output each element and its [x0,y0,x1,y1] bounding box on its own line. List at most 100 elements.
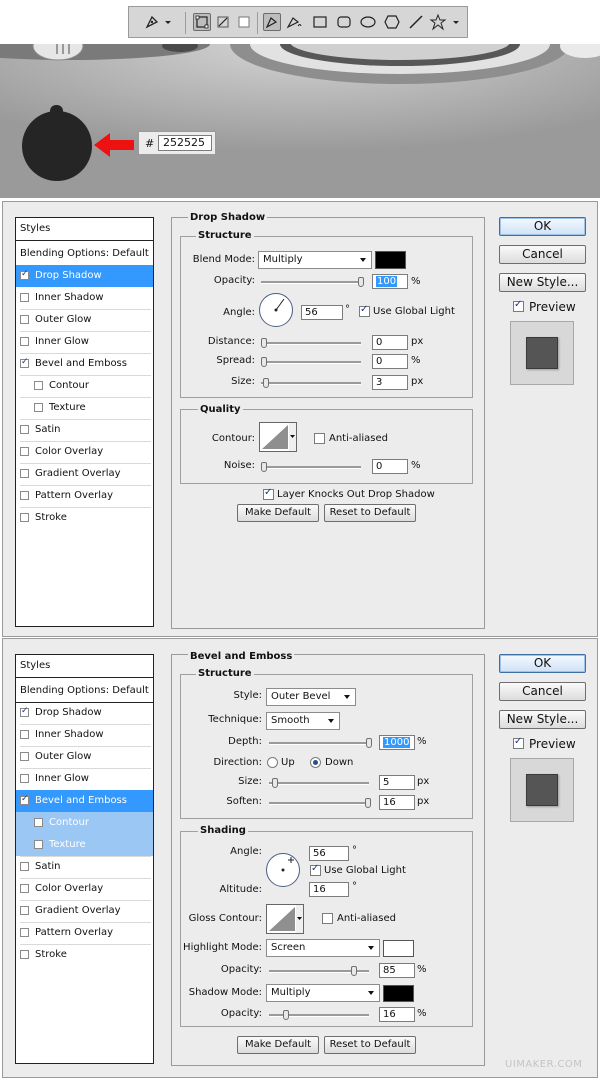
style-item-contour[interactable]: Contour [16,812,153,834]
altitude-input[interactable]: 16 [309,882,349,897]
opacity-slider-thumb[interactable] [358,277,364,287]
shadow-opacity-slider[interactable] [269,1010,369,1020]
style-item-drop-shadow[interactable]: Drop Shadow [16,265,153,287]
use-global-light-checkbox[interactable] [359,304,370,317]
style-item-texture[interactable]: Texture [16,834,153,856]
depth-slider[interactable] [269,738,372,748]
style-item-bevel-and-emboss[interactable]: Bevel and Emboss [16,353,153,375]
direction-down-radio[interactable] [310,757,321,768]
cancel-button[interactable]: Cancel [499,245,586,264]
style-item-checkbox[interactable] [34,381,43,390]
noise-slider-thumb[interactable] [261,462,267,472]
style-item-checkbox[interactable] [20,794,29,805]
distance-slider-thumb[interactable] [261,338,267,348]
style-item-checkbox[interactable] [20,862,29,871]
shadow-color-swatch[interactable] [375,251,406,269]
distance-slider[interactable] [261,338,361,348]
shadow-opacity-slider-thumb[interactable] [283,1010,289,1020]
style-item-inner-glow[interactable]: Inner Glow [16,331,153,353]
custom-shape-icon[interactable] [429,13,447,31]
style-item-color-overlay[interactable]: Color Overlay [16,441,153,463]
noise-slider[interactable] [261,462,361,472]
style-item-checkbox[interactable] [20,425,29,434]
make-default-button[interactable]: Make Default [237,504,319,522]
style-item-checkbox[interactable] [20,269,29,280]
style-item-checkbox[interactable] [20,293,29,302]
new-style-button[interactable]: New Style... [499,710,586,729]
freeform-pen-icon[interactable] [285,13,303,31]
style-item-drop-shadow[interactable]: Drop Shadow [16,702,153,724]
spread-input[interactable]: 0 [372,354,408,369]
soften-slider[interactable] [269,798,371,808]
direction-up-radio[interactable] [267,757,278,768]
style-item-checkbox[interactable] [20,950,29,959]
blend-mode-select[interactable]: Multiply [258,251,372,269]
preview-checkbox[interactable] [513,299,524,312]
style-item-gradient-overlay[interactable]: Gradient Overlay [16,900,153,922]
use-global-light-checkbox[interactable] [310,863,321,876]
style-item-outer-glow[interactable]: Outer Glow [16,309,153,331]
paths-icon[interactable] [214,13,232,31]
pen-tool-icon[interactable] [143,13,161,31]
style-item-outer-glow[interactable]: Outer Glow [16,746,153,768]
style-item-checkbox[interactable] [20,752,29,761]
style-item-stroke[interactable]: Stroke [16,507,153,529]
angle-dial[interactable] [266,853,300,887]
rectangle-icon[interactable] [311,13,329,31]
style-item-inner-shadow[interactable]: Inner Shadow [16,724,153,746]
depth-input[interactable]: 1000 [379,735,415,750]
style-item-checkbox[interactable] [20,447,29,456]
anti-aliased-checkbox[interactable] [314,433,325,444]
style-item-texture[interactable]: Texture [16,397,153,419]
ok-button[interactable]: OK [499,217,586,236]
contour-picker[interactable] [259,422,297,452]
style-item-color-overlay[interactable]: Color Overlay [16,878,153,900]
noise-input[interactable]: 0 [372,459,408,474]
make-default-button[interactable]: Make Default [237,1036,319,1054]
technique-select[interactable]: Smooth [266,712,340,730]
cancel-button[interactable]: Cancel [499,682,586,701]
highlight-opacity-slider[interactable] [269,966,369,976]
bevel-style-select[interactable]: Outer Bevel [266,688,356,706]
style-item-checkbox[interactable] [20,928,29,937]
anti-aliased-checkbox[interactable] [322,913,333,924]
highlight-opacity-input[interactable]: 85 [379,963,415,978]
shadow-color-swatch[interactable] [383,985,414,1002]
soften-input[interactable]: 16 [379,795,415,810]
chevron-down-icon[interactable] [163,13,173,31]
opacity-input[interactable]: 100 [372,274,408,289]
opacity-slider[interactable] [261,277,364,287]
style-item-checkbox[interactable] [20,337,29,346]
angle-input[interactable]: 56 [301,305,343,320]
shape-layers-icon[interactable] [193,13,211,31]
fill-pixels-icon[interactable] [235,13,253,31]
polygon-icon[interactable] [383,13,401,31]
style-item-pattern-overlay[interactable]: Pattern Overlay [16,922,153,944]
reset-to-default-button[interactable]: Reset to Default [324,1036,416,1054]
angle-input[interactable]: 56 [309,846,349,861]
size-slider-thumb[interactable] [272,778,278,788]
soften-slider-thumb[interactable] [365,798,371,808]
shadow-opacity-input[interactable]: 16 [379,1007,415,1022]
reset-to-default-button[interactable]: Reset to Default [324,504,416,522]
size-input[interactable]: 3 [372,375,408,390]
shadow-mode-select[interactable]: Multiply [266,984,380,1002]
preview-checkbox[interactable] [513,736,524,749]
style-item-satin[interactable]: Satin [16,856,153,878]
rounded-rectangle-icon[interactable] [335,13,353,31]
ok-button[interactable]: OK [499,654,586,673]
blending-options-item[interactable]: Blending Options: Default [16,680,153,703]
style-item-checkbox[interactable] [20,315,29,324]
spread-slider-thumb[interactable] [261,357,267,367]
style-item-checkbox[interactable] [34,840,43,849]
depth-slider-thumb[interactable] [366,738,372,748]
highlight-mode-select[interactable]: Screen [266,939,380,957]
style-item-checkbox[interactable] [20,513,29,522]
style-item-checkbox[interactable] [20,357,29,368]
size-input[interactable]: 5 [379,775,415,790]
style-item-checkbox[interactable] [20,706,29,717]
styles-header[interactable]: Styles [16,655,153,678]
style-item-satin[interactable]: Satin [16,419,153,441]
style-item-bevel-and-emboss[interactable]: Bevel and Emboss [16,790,153,812]
style-item-checkbox[interactable] [34,403,43,412]
